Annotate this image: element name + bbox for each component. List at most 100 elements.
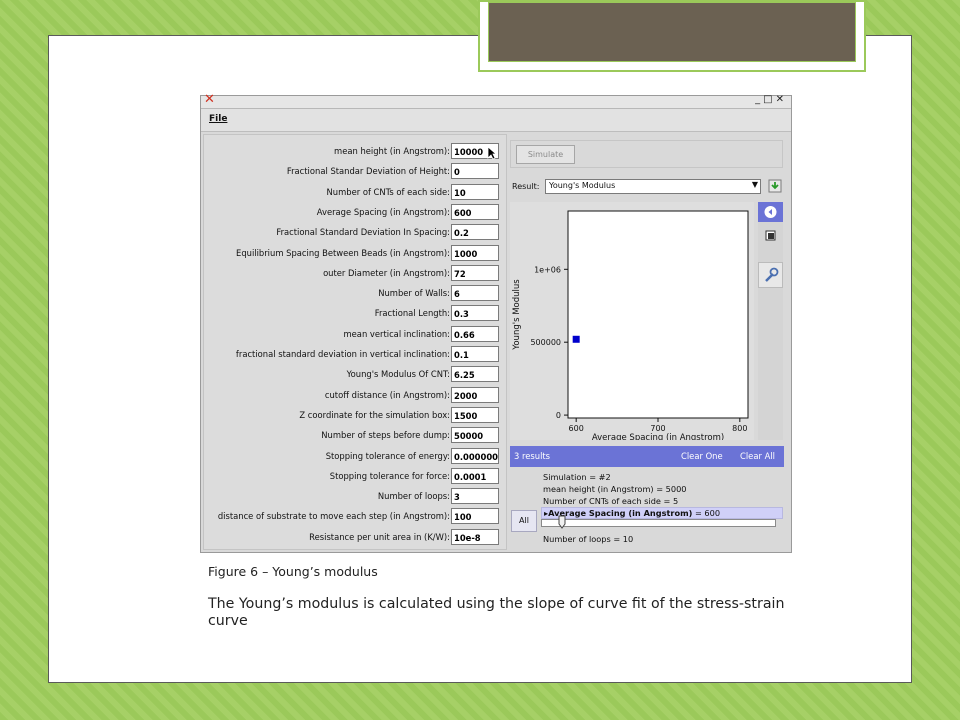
param-row: Average Spacing (in Angstrom): 600 — [204, 203, 504, 222]
param-label: Stopping tolerance of energy: — [325, 450, 450, 461]
y-axis-label: Young's Modulus — [512, 279, 522, 351]
info-mean-height: mean height (in Angstrom) = 5000 — [543, 484, 687, 494]
param-label: cutoff distance (in Angstrom): — [324, 389, 450, 400]
y-tick-label: 0 — [556, 411, 561, 420]
param-row: Resistance per unit area in (K/W): 10e-8 — [204, 528, 504, 547]
param-label: Fractional Standar Deviation of Height: — [286, 166, 450, 177]
param-row: Stopping tolerance for force: 0.0001 — [204, 467, 504, 486]
chart-toolbar — [758, 202, 783, 440]
param-label: Fractional Standard Deviation In Spacing… — [276, 227, 450, 238]
param-row: Equilibrium Spacing Between Beads (in An… — [204, 244, 504, 263]
param-input[interactable]: 6.25 — [451, 366, 499, 383]
param-input[interactable]: 3 — [451, 488, 499, 505]
param-input[interactable]: 100 — [451, 508, 499, 525]
param-input[interactable]: 6 — [451, 285, 499, 302]
decorative-frame — [478, 0, 866, 72]
param-label: distance of substrate to move each step … — [217, 511, 450, 522]
results-count: 3 results — [514, 451, 551, 461]
data-point — [572, 335, 580, 343]
param-input[interactable]: 0.1 — [451, 346, 499, 362]
param-label: Number of Walls: — [378, 288, 450, 299]
param-input[interactable]: 10e-8 — [451, 528, 499, 545]
simulate-box: Simulate — [510, 140, 783, 168]
body-text: The Young’s modulus is calculated using … — [208, 596, 785, 629]
clear-one-button[interactable]: Clear One — [681, 451, 723, 461]
param-label: Stopping tolerance for force: — [329, 470, 450, 481]
param-input[interactable]: 0.2 — [451, 224, 499, 241]
param-row: mean vertical inclination: 0.66 — [204, 325, 504, 344]
spacing-slider[interactable] — [541, 519, 776, 527]
result-label: Result: — [512, 182, 540, 191]
param-input[interactable]: 1000 — [451, 244, 499, 261]
download-icon[interactable] — [768, 179, 782, 193]
results-panel: Simulate Result: Young's Modulus ▼ 600 70… — [510, 134, 786, 550]
param-row: Fractional Standard Deviation In Spacing… — [204, 224, 504, 242]
param-label: Number of CNTs of each side: — [326, 186, 450, 197]
param-row: fractional standard deviation in vertica… — [204, 346, 504, 364]
y-tick-label: 500000 — [530, 338, 561, 347]
result-select-value: Young's Modulus — [549, 181, 616, 190]
param-row: outer Diameter (in Angstrom): 72 — [204, 264, 504, 283]
param-label: Number of loops: — [377, 491, 450, 502]
spacing-param-name: Average Spacing (in Angstrom) — [548, 508, 693, 518]
info-num-cnts: Number of CNTs of each side = 5 — [543, 496, 679, 506]
chevron-down-icon: ▼ — [751, 180, 758, 189]
all-button[interactable]: All — [511, 510, 537, 532]
window-controls[interactable]: _□✕ — [755, 94, 787, 106]
result-select[interactable]: Young's Modulus ▼ — [545, 179, 761, 194]
param-row: Fractional Standar Deviation of Height: 0 — [204, 163, 504, 181]
param-input[interactable]: 0 — [451, 163, 499, 180]
param-label: Resistance per unit area in (K/W): — [309, 531, 450, 542]
param-row: Z coordinate for the simulation box: 1500 — [204, 406, 504, 425]
chart-area: 600 700 800 0 500000 1e+06 Average Spacing (in… — [510, 202, 754, 443]
param-row: Number of steps before dump: 50000 — [204, 427, 504, 445]
back-arrow-icon[interactable] — [758, 202, 783, 222]
results-bar: 3 results Clear One Clear All — [510, 446, 784, 467]
wrench-icon[interactable] — [758, 262, 783, 288]
param-input[interactable]: 1500 — [451, 406, 499, 423]
param-row: Number of Walls: 6 — [204, 285, 504, 303]
param-label: Z coordinate for the simulation box: — [299, 409, 450, 420]
param-input[interactable]: 72 — [451, 264, 499, 281]
plot-frame — [567, 210, 749, 419]
x-axis-label: Average Spacing (in Angstrom) — [592, 433, 724, 440]
close-icon[interactable]: ✕ — [204, 93, 215, 107]
param-label: outer Diameter (in Angstrom): — [323, 267, 450, 278]
mouse-cursor-icon — [487, 146, 497, 160]
param-input[interactable]: 0.0001 — [451, 467, 499, 484]
param-label: Number of steps before dump: — [321, 430, 450, 441]
menu-file[interactable]: File — [209, 114, 227, 124]
clear-all-button[interactable]: Clear All — [740, 451, 775, 461]
x-tick-label: 600 — [569, 424, 584, 433]
param-row: Fractional Length: 0.3 — [204, 305, 504, 323]
simulate-button[interactable]: Simulate — [516, 145, 575, 164]
param-label: Average Spacing (in Angstrom): — [316, 206, 450, 217]
param-label: mean vertical inclination: — [343, 328, 451, 339]
info-simulation: Simulation = #2 — [543, 472, 611, 482]
figure-caption: Figure 6 – Young’s modulus — [208, 564, 378, 579]
param-row: cutoff distance (in Angstrom): 2000 — [204, 386, 504, 405]
param-input[interactable]: 0.3 — [451, 305, 499, 322]
parameters-panel: mean height (in Angstrom): 10000 Fractiona… — [203, 134, 507, 550]
slider-thumb[interactable] — [558, 515, 566, 529]
param-row: Number of loops: 3 — [204, 488, 504, 506]
param-input[interactable]: 50000 — [451, 427, 499, 444]
param-label: Young's Modulus Of CNT: — [346, 369, 450, 380]
param-row: Stopping tolerance of energy: 0.0000000 — [204, 447, 504, 466]
copy-icon[interactable] — [758, 226, 783, 246]
param-input[interactable]: 0.0000000 — [451, 447, 499, 464]
x-tick-label: 800 — [732, 424, 747, 433]
spacing-param-bar[interactable]: ▸Average Spacing (in Angstrom) = 600 — [541, 507, 783, 519]
param-input[interactable]: 0.66 — [451, 325, 499, 342]
y-tick-label: 1e+06 — [534, 265, 561, 274]
decorative-frame-inner — [488, 2, 856, 62]
info-loops: Number of loops = 10 — [543, 534, 634, 544]
param-input[interactable]: 600 — [451, 203, 499, 220]
x-tick-label: 700 — [650, 424, 665, 433]
param-row: mean height (in Angstrom): 10000 — [204, 143, 504, 161]
param-label: mean height (in Angstrom): — [334, 146, 450, 156]
param-input[interactable]: 2000 — [451, 386, 499, 403]
param-row: Number of CNTs of each side: 10 — [204, 183, 504, 202]
param-row: distance of substrate to move each step … — [204, 508, 504, 526]
param-input[interactable]: 10 — [451, 183, 499, 200]
